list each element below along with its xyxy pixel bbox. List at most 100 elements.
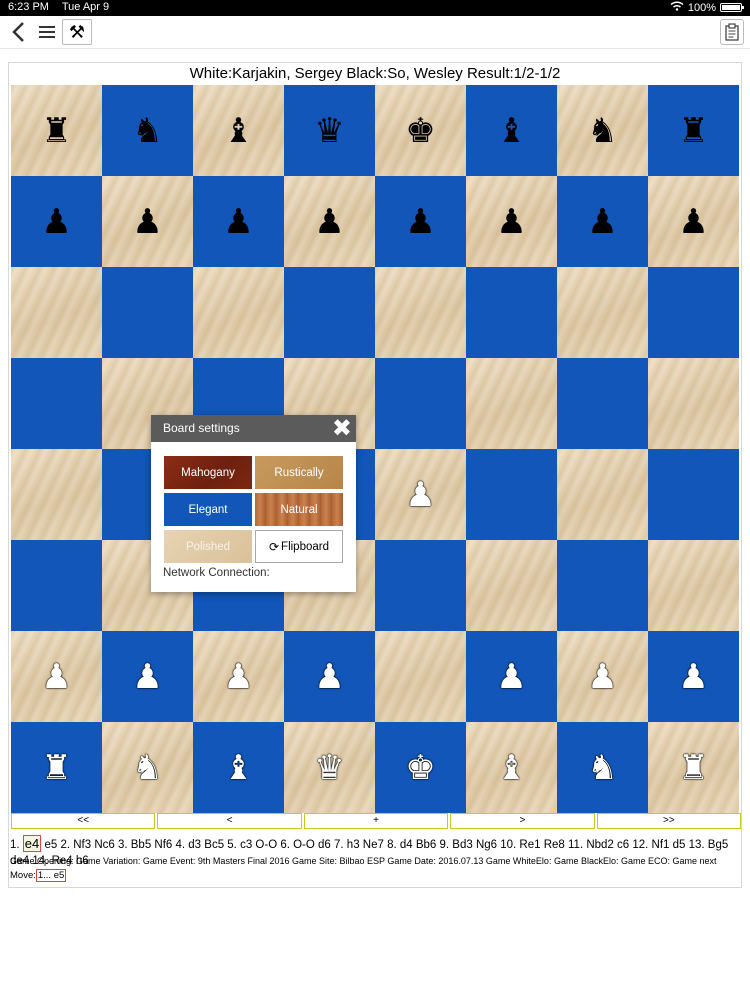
board-square[interactable]: ♞ bbox=[102, 85, 193, 176]
board-square[interactable] bbox=[466, 449, 557, 540]
white-king-icon[interactable]: ♚ bbox=[405, 751, 435, 785]
board-square[interactable] bbox=[557, 540, 648, 631]
board-square[interactable] bbox=[375, 631, 466, 722]
board-square[interactable]: ♟ bbox=[284, 176, 375, 267]
next-move-button[interactable]: > bbox=[450, 813, 595, 829]
board-square[interactable]: ♟ bbox=[466, 631, 557, 722]
board-square[interactable] bbox=[193, 267, 284, 358]
black-pawn-icon[interactable]: ♟ bbox=[41, 205, 71, 239]
board-square[interactable]: ♚ bbox=[375, 722, 466, 813]
board-square[interactable]: ♝ bbox=[466, 722, 557, 813]
board-square[interactable] bbox=[375, 267, 466, 358]
theme-rustically-button[interactable]: Rustically bbox=[255, 456, 343, 489]
board-square[interactable]: ♝ bbox=[193, 722, 284, 813]
black-pawn-icon[interactable]: ♟ bbox=[496, 205, 526, 239]
board-square[interactable] bbox=[466, 358, 557, 449]
board-square[interactable] bbox=[648, 358, 739, 449]
white-pawn-icon[interactable]: ♟ bbox=[587, 660, 617, 694]
board-square[interactable] bbox=[375, 540, 466, 631]
board-square[interactable]: ♟ bbox=[193, 631, 284, 722]
board-square[interactable]: ♜ bbox=[648, 85, 739, 176]
board-square[interactable] bbox=[648, 267, 739, 358]
black-pawn-icon[interactable]: ♟ bbox=[678, 205, 708, 239]
board-square[interactable]: ♟ bbox=[11, 176, 102, 267]
white-bishop-icon[interactable]: ♝ bbox=[496, 751, 526, 785]
board-square[interactable]: ♝ bbox=[193, 85, 284, 176]
white-bishop-icon[interactable]: ♝ bbox=[223, 751, 253, 785]
board-square[interactable]: ♟ bbox=[102, 631, 193, 722]
theme-polished-button[interactable]: Polished bbox=[164, 530, 252, 563]
white-pawn-icon[interactable]: ♟ bbox=[223, 660, 253, 694]
board-square[interactable]: ♚ bbox=[375, 85, 466, 176]
clipboard-button[interactable] bbox=[720, 19, 744, 45]
black-pawn-icon[interactable]: ♟ bbox=[132, 205, 162, 239]
white-pawn-icon[interactable]: ♟ bbox=[496, 660, 526, 694]
board-square[interactable] bbox=[11, 449, 102, 540]
last-move-button[interactable]: >> bbox=[596, 813, 742, 829]
tools-button[interactable]: ⚒ bbox=[62, 19, 92, 45]
board-square[interactable]: ♟ bbox=[648, 631, 739, 722]
black-pawn-icon[interactable]: ♟ bbox=[314, 205, 344, 239]
board-square[interactable] bbox=[557, 267, 648, 358]
flipboard-button[interactable]: ⟳ Flipboard bbox=[255, 530, 343, 563]
board-square[interactable]: ♟ bbox=[557, 176, 648, 267]
menu-button[interactable] bbox=[36, 19, 58, 45]
board-square[interactable]: ♝ bbox=[466, 85, 557, 176]
white-knight-icon[interactable]: ♞ bbox=[132, 751, 162, 785]
board-square[interactable]: ♟ bbox=[375, 449, 466, 540]
board-square[interactable]: ♟ bbox=[193, 176, 284, 267]
theme-mahogany-button[interactable]: Mahogany bbox=[164, 456, 252, 489]
board-square[interactable] bbox=[466, 267, 557, 358]
board-square[interactable] bbox=[648, 449, 739, 540]
board-square[interactable]: ♟ bbox=[557, 631, 648, 722]
board-square[interactable]: ♜ bbox=[648, 722, 739, 813]
black-king-icon[interactable]: ♚ bbox=[405, 114, 435, 148]
board-square[interactable] bbox=[284, 267, 375, 358]
board-square[interactable]: ♜ bbox=[11, 722, 102, 813]
white-pawn-icon[interactable]: ♟ bbox=[41, 660, 71, 694]
black-knight-icon[interactable]: ♞ bbox=[132, 114, 162, 148]
move-e4[interactable]: e4 bbox=[22, 835, 42, 852]
board-square[interactable] bbox=[11, 540, 102, 631]
board-square[interactable] bbox=[466, 540, 557, 631]
board-square[interactable]: ♞ bbox=[557, 85, 648, 176]
white-rook-icon[interactable]: ♜ bbox=[678, 751, 708, 785]
white-queen-icon[interactable]: ♛ bbox=[314, 751, 344, 785]
back-button[interactable] bbox=[6, 19, 30, 45]
board-square[interactable]: ♟ bbox=[102, 176, 193, 267]
close-button[interactable]: ✖ bbox=[332, 416, 352, 442]
board-square[interactable] bbox=[375, 358, 466, 449]
board-square[interactable]: ♟ bbox=[466, 176, 557, 267]
board-square[interactable]: ♟ bbox=[11, 631, 102, 722]
board-square[interactable]: ♞ bbox=[102, 722, 193, 813]
black-pawn-icon[interactable]: ♟ bbox=[223, 205, 253, 239]
black-bishop-icon[interactable]: ♝ bbox=[496, 114, 526, 148]
board-square[interactable] bbox=[557, 358, 648, 449]
black-pawn-icon[interactable]: ♟ bbox=[587, 205, 617, 239]
prev-move-button[interactable]: < bbox=[157, 813, 302, 829]
white-pawn-icon[interactable]: ♟ bbox=[678, 660, 708, 694]
black-knight-icon[interactable]: ♞ bbox=[587, 114, 617, 148]
board-square[interactable]: ♞ bbox=[557, 722, 648, 813]
black-pawn-icon[interactable]: ♟ bbox=[405, 205, 435, 239]
black-bishop-icon[interactable]: ♝ bbox=[223, 114, 253, 148]
white-pawn-icon[interactable]: ♟ bbox=[405, 478, 435, 512]
theme-elegant-button[interactable]: Elegant bbox=[164, 493, 252, 526]
current-move[interactable]: 1... e5 bbox=[35, 869, 67, 882]
black-queen-icon[interactable]: ♛ bbox=[314, 114, 344, 148]
board-square[interactable]: ♟ bbox=[375, 176, 466, 267]
board-square[interactable]: ♜ bbox=[11, 85, 102, 176]
first-move-button[interactable]: << bbox=[11, 813, 156, 829]
board-square[interactable]: ♟ bbox=[284, 631, 375, 722]
white-knight-icon[interactable]: ♞ bbox=[587, 751, 617, 785]
board-square[interactable]: ♛ bbox=[284, 722, 375, 813]
board-square[interactable]: ♟ bbox=[648, 176, 739, 267]
board-square[interactable] bbox=[11, 267, 102, 358]
board-square[interactable] bbox=[102, 267, 193, 358]
white-rook-icon[interactable]: ♜ bbox=[41, 751, 71, 785]
board-square[interactable] bbox=[11, 358, 102, 449]
black-rook-icon[interactable]: ♜ bbox=[678, 114, 708, 148]
white-pawn-icon[interactable]: ♟ bbox=[132, 660, 162, 694]
chess-board[interactable]: ♜ ♞ ♝ ♛ ♚ ♝ ♞ ♜ ♟ ♟ ♟ ♟ ♟ ♟ ♟ ♟ ♟ ♟ ♟ ♟ ♟ ♟ ♟ ♟ ♜ ♞ ♝ ♛ ♚ ♝ ♞ ♜ bbox=[11, 85, 739, 813]
black-rook-icon[interactable]: ♜ bbox=[41, 114, 71, 148]
